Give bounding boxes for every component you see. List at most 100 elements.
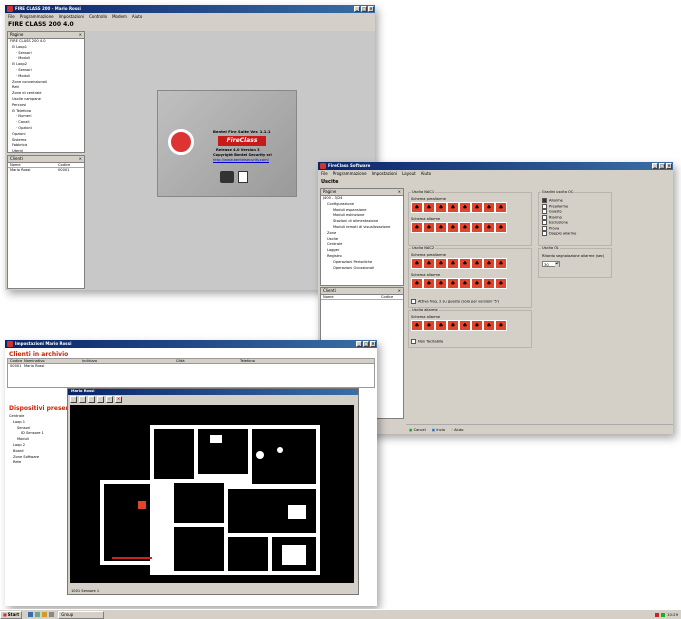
minimize-button[interactable]: _ xyxy=(652,163,658,169)
bell-icon[interactable]: ♠ xyxy=(423,258,435,269)
maximize-button[interactable]: □ xyxy=(361,6,367,12)
bell-icon[interactable]: ♠ xyxy=(435,222,447,233)
bell-icon[interactable]: ♠ xyxy=(459,278,471,289)
bell-icon[interactable]: ♠ xyxy=(435,258,447,269)
maximize-button[interactable]: □ xyxy=(659,163,665,169)
bell-icon[interactable]: ♠ xyxy=(411,278,423,289)
menu-controllo[interactable]: Controllo xyxy=(89,14,107,19)
title-bar[interactable]: FireClass Software _ □ × xyxy=(318,162,673,170)
stop-icon[interactable]: × xyxy=(115,396,122,403)
bell-icon[interactable]: ♠ xyxy=(423,202,435,213)
menu-modem[interactable]: Modem xyxy=(112,14,127,19)
client-row[interactable]: Mario Rossi 00001 xyxy=(8,168,84,172)
menu-aiuto[interactable]: Aiuto xyxy=(421,171,431,176)
bell-icon[interactable]: ♠ xyxy=(435,278,447,289)
invia-button[interactable]: ▣ Invia xyxy=(432,428,445,432)
menu-impostazioni[interactable]: Impostazioni xyxy=(372,171,397,176)
gradini-option-checkbox[interactable]: Doppio allarme xyxy=(542,231,576,237)
bell-icon[interactable]: ♠ xyxy=(483,258,495,269)
col-nome[interactable]: Nome xyxy=(8,163,58,167)
bell-icon[interactable]: ♠ xyxy=(447,320,459,331)
menu-layout[interactable]: Layout xyxy=(402,171,416,176)
bell-icon[interactable]: ♠ xyxy=(411,202,423,213)
bell-icon[interactable]: ♠ xyxy=(447,222,459,233)
bell-icon[interactable]: ♠ xyxy=(435,202,447,213)
bell-icon[interactable]: ♠ xyxy=(447,258,459,269)
bell-icon[interactable]: ♠ xyxy=(411,320,423,331)
minimize-button[interactable]: _ xyxy=(354,6,360,12)
tree-item[interactable]: Rete xyxy=(9,460,69,466)
menu-programmazione[interactable]: Programmazione xyxy=(333,171,367,176)
bell-icon[interactable]: ♠ xyxy=(411,222,423,233)
bell-icon[interactable]: ♠ xyxy=(459,320,471,331)
bell-icon[interactable]: ♠ xyxy=(495,258,507,269)
bell-icon[interactable]: ♠ xyxy=(411,258,423,269)
print-icon[interactable] xyxy=(88,396,95,403)
close-button[interactable]: × xyxy=(370,341,376,347)
archive-row[interactable]: 00001 Mario Rossi xyxy=(8,364,374,368)
bell-icon[interactable]: ♠ xyxy=(483,278,495,289)
ol-delay-spinner[interactable]: 30 ▴▾ xyxy=(542,261,560,267)
bell-icon[interactable]: ♠ xyxy=(447,202,459,213)
bell-icon[interactable]: ♠ xyxy=(459,202,471,213)
grid-icon[interactable] xyxy=(79,396,86,403)
tray-icon[interactable] xyxy=(655,612,660,617)
start-button[interactable]: ■ Start xyxy=(0,610,23,619)
bell-icon[interactable]: ♠ xyxy=(423,278,435,289)
bell-icon[interactable]: ♠ xyxy=(483,222,495,233)
col-codice[interactable]: Codice xyxy=(381,295,393,299)
bell-icon[interactable]: ♠ xyxy=(423,222,435,233)
bell-icon[interactable]: ♠ xyxy=(471,258,483,269)
bell-icon[interactable]: ♠ xyxy=(459,222,471,233)
bell-icon[interactable]: ♠ xyxy=(495,320,507,331)
folder-icon[interactable] xyxy=(42,612,48,617)
col-codice[interactable]: Codice xyxy=(8,359,22,363)
desktop-icon[interactable] xyxy=(35,612,41,617)
menu-programmazione[interactable]: Programmazione xyxy=(20,14,54,19)
col-nominativo[interactable]: Nominativo xyxy=(20,359,82,363)
save-icon[interactable] xyxy=(97,396,104,403)
bell-icon[interactable]: ♠ xyxy=(459,258,471,269)
plan-title-bar[interactable]: Mario Rossi xyxy=(68,389,358,395)
col-telefono[interactable]: Telefono xyxy=(240,359,290,363)
cancel-button[interactable]: ▣ Cancel xyxy=(409,428,426,432)
bell-icon[interactable]: ♠ xyxy=(495,222,507,233)
tree-item[interactable]: Operazioni Occasionali xyxy=(323,266,403,272)
col-citta[interactable]: Città xyxy=(146,359,240,363)
check-icon[interactable]: ✓ xyxy=(106,396,113,403)
title-bar[interactable]: FIRE CLASS 200 - Mario Rossi _ □ × xyxy=(5,5,375,13)
bell-icon[interactable]: ♠ xyxy=(483,320,495,331)
bell-icon[interactable]: ♠ xyxy=(483,202,495,213)
bell-icon[interactable]: ♠ xyxy=(495,278,507,289)
bell-icon[interactable]: ♠ xyxy=(471,320,483,331)
bell-icon[interactable]: ♠ xyxy=(423,320,435,331)
ie-icon[interactable] xyxy=(28,612,34,617)
bell-icon[interactable]: ♠ xyxy=(495,202,507,213)
new-icon[interactable] xyxy=(70,396,77,403)
menu-file[interactable]: File xyxy=(8,14,15,19)
tray-icon[interactable] xyxy=(661,612,666,617)
bell-icon[interactable]: ♠ xyxy=(435,320,447,331)
floor-plan-canvas[interactable] xyxy=(70,405,354,583)
close-button[interactable]: × xyxy=(666,163,672,169)
maximize-button[interactable]: □ xyxy=(363,341,369,347)
non-tacitabile-checkbox[interactable]: Non Tacitabile xyxy=(411,339,443,344)
col-codice[interactable]: Codice xyxy=(58,163,70,167)
minimize-button[interactable]: _ xyxy=(356,341,362,347)
bell-icon[interactable]: ♠ xyxy=(471,222,483,233)
col-nome[interactable]: Nome xyxy=(321,295,381,299)
title-bar[interactable]: Impostazioni Mario Rossi _ □ × xyxy=(5,340,377,348)
bell-icon[interactable]: ♠ xyxy=(447,278,459,289)
nac2-freq-checkbox[interactable]: Attiva freq. 2 su guasto (solo per versi… xyxy=(411,299,499,304)
col-indirizzo[interactable]: Indirizzo xyxy=(82,359,146,363)
taskbar-task-group[interactable]: Group xyxy=(58,610,105,619)
close-button[interactable]: × xyxy=(368,6,374,12)
tree-item[interactable]: Utenti xyxy=(10,149,84,152)
app-icon[interactable] xyxy=(49,612,55,617)
menu-file[interactable]: File xyxy=(321,171,328,176)
menu-aiuto[interactable]: Aiuto xyxy=(132,14,142,19)
menu-impostazioni[interactable]: Impostazioni xyxy=(59,14,84,19)
aiuto-button[interactable]: ? Aiuto xyxy=(451,428,463,432)
bell-icon[interactable]: ♠ xyxy=(471,278,483,289)
splash-link[interactable]: http://www.bentelsecurity.com/ xyxy=(213,158,269,162)
